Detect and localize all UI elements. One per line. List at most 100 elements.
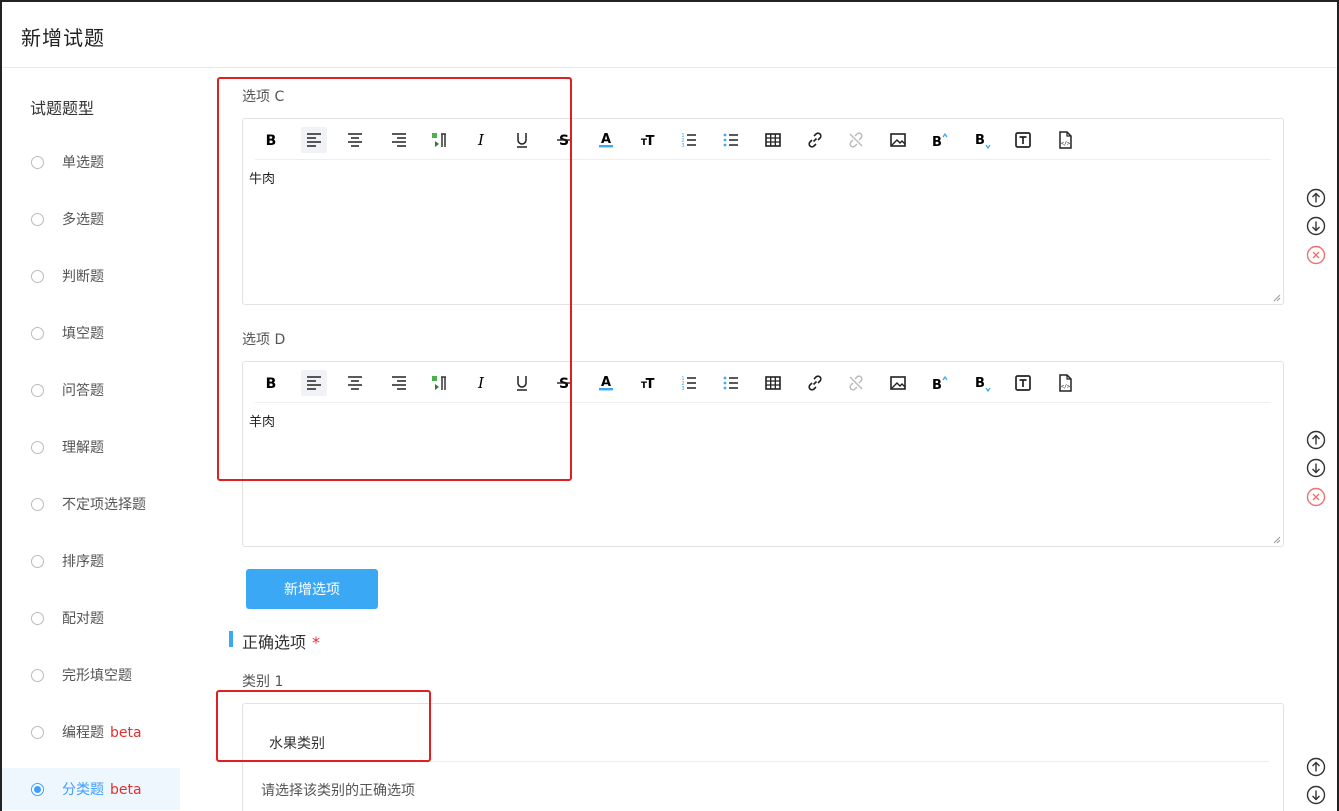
resize-handle-icon[interactable] [1273, 536, 1281, 544]
move-down-icon[interactable] [1306, 216, 1326, 236]
strikethrough-icon[interactable]: S [551, 127, 577, 153]
question-type-3[interactable]: 判断题 [2, 255, 180, 297]
radio-button[interactable] [31, 269, 44, 283]
unlink-icon[interactable] [843, 127, 869, 153]
italic-icon[interactable]: I [468, 127, 494, 153]
question-type-5[interactable]: 问答题 [2, 369, 180, 411]
question-type-label: 完形填空题 [62, 665, 132, 685]
underline-icon[interactable] [509, 127, 535, 153]
option-d-toolbar: B I S A T T 1 2 3 B B </> [255, 362, 1271, 403]
subscript-icon[interactable]: B [969, 370, 995, 396]
align-right-icon[interactable] [386, 370, 412, 396]
question-type-1[interactable]: 单选题 [2, 141, 180, 183]
link-icon[interactable] [802, 127, 828, 153]
radio-button[interactable] [31, 383, 44, 397]
subscript-icon[interactable]: B [969, 127, 995, 153]
paragraph-direction-icon[interactable] [426, 370, 452, 396]
option-d-label: 选项 D [242, 332, 286, 348]
radio-button[interactable] [31, 326, 44, 340]
category-name-input[interactable]: 水果类别 [269, 733, 325, 753]
image-icon[interactable] [885, 127, 911, 153]
html-source-icon[interactable]: </> [1052, 370, 1078, 396]
category-hint[interactable]: 请选择该类别的正确选项 [261, 780, 415, 800]
font-size-icon[interactable]: TT [634, 127, 660, 153]
question-type-label: 填空题 [62, 323, 104, 343]
svg-text:B: B [975, 376, 985, 391]
question-type-name: 填空题 [62, 326, 104, 342]
move-down-icon[interactable] [1306, 785, 1326, 805]
option-c-content[interactable]: 牛肉 [249, 168, 275, 187]
unlink-icon[interactable] [843, 370, 869, 396]
html-source-icon[interactable]: </> [1052, 127, 1078, 153]
question-type-9[interactable]: 配对题 [2, 597, 180, 639]
unordered-list-icon[interactable] [718, 370, 744, 396]
font-color-icon[interactable]: A [593, 370, 619, 396]
question-type-10[interactable]: 完形填空题 [2, 654, 180, 696]
question-type-7[interactable]: 不定项选择题 [2, 483, 180, 525]
radio-button[interactable] [31, 554, 44, 568]
bold-icon[interactable]: B [258, 370, 284, 396]
align-left-icon[interactable] [301, 370, 327, 396]
ordered-list-icon[interactable]: 123 [676, 370, 702, 396]
move-up-icon[interactable] [1306, 757, 1326, 777]
table-icon[interactable] [760, 370, 786, 396]
add-option-button[interactable]: 新增选项 [246, 569, 378, 609]
delete-option-icon[interactable] [1306, 245, 1326, 265]
svg-text:3: 3 [681, 143, 684, 149]
question-type-2[interactable]: 多选题 [2, 198, 180, 240]
question-type-8[interactable]: 排序题 [2, 540, 180, 582]
question-type-6[interactable]: 理解题 [2, 426, 180, 468]
page-header: 新增试题 [2, 2, 1337, 68]
superscript-icon[interactable]: B [926, 127, 952, 153]
radio-button[interactable] [31, 497, 44, 511]
resize-handle-icon[interactable] [1273, 294, 1281, 302]
question-type-11[interactable]: 编程题 beta [2, 711, 180, 753]
svg-text:S: S [559, 133, 569, 149]
move-up-icon[interactable] [1306, 188, 1326, 208]
radio-button[interactable] [31, 212, 44, 226]
superscript-icon[interactable]: B [926, 370, 952, 396]
strikethrough-icon[interactable]: S [551, 370, 577, 396]
delete-option-icon[interactable] [1306, 487, 1326, 507]
option-d-editor[interactable]: B I S A T T 1 2 3 B B </> 羊肉 [242, 361, 1284, 547]
underline-icon[interactable] [509, 370, 535, 396]
move-up-icon[interactable] [1306, 430, 1326, 450]
text-box-icon[interactable] [1010, 127, 1036, 153]
option-d-content[interactable]: 羊肉 [249, 411, 275, 430]
align-right-icon[interactable] [386, 127, 412, 153]
question-type-12[interactable]: 分类题 beta [2, 768, 180, 810]
radio-button[interactable] [31, 725, 44, 739]
radio-button[interactable] [31, 782, 44, 796]
divider [257, 761, 1269, 762]
move-down-icon[interactable] [1306, 458, 1326, 478]
image-icon[interactable] [885, 370, 911, 396]
link-icon[interactable] [802, 370, 828, 396]
table-icon[interactable] [760, 127, 786, 153]
radio-button[interactable] [31, 155, 44, 169]
text-box-icon[interactable] [1010, 370, 1036, 396]
svg-text:</>: </> [1061, 384, 1070, 390]
align-left-icon[interactable] [301, 127, 327, 153]
font-size-icon[interactable]: TT [634, 370, 660, 396]
svg-text:T: T [646, 377, 655, 392]
category-label: 类别 1 [242, 674, 284, 690]
svg-text:B: B [266, 133, 277, 149]
unordered-list-icon[interactable] [718, 127, 744, 153]
italic-icon[interactable]: I [468, 370, 494, 396]
sidebar-title: 试题题型 [30, 99, 95, 118]
question-type-name: 完形填空题 [62, 668, 132, 684]
option-c-editor[interactable]: B I S A T T 1 2 3 B B </> 牛肉 [242, 118, 1284, 305]
paragraph-direction-icon[interactable] [426, 127, 452, 153]
bold-icon[interactable]: B [258, 127, 284, 153]
category-card: 水果类别 请选择该类别的正确选项 [242, 703, 1284, 811]
ordered-list-icon[interactable]: 123 [676, 127, 702, 153]
question-type-label: 理解题 [62, 437, 104, 457]
align-center-icon[interactable] [342, 127, 368, 153]
question-type-name: 不定项选择题 [62, 497, 146, 513]
radio-button[interactable] [31, 440, 44, 454]
radio-button[interactable] [31, 611, 44, 625]
font-color-icon[interactable]: A [593, 127, 619, 153]
question-type-4[interactable]: 填空题 [2, 312, 180, 354]
radio-button[interactable] [31, 668, 44, 682]
align-center-icon[interactable] [342, 370, 368, 396]
